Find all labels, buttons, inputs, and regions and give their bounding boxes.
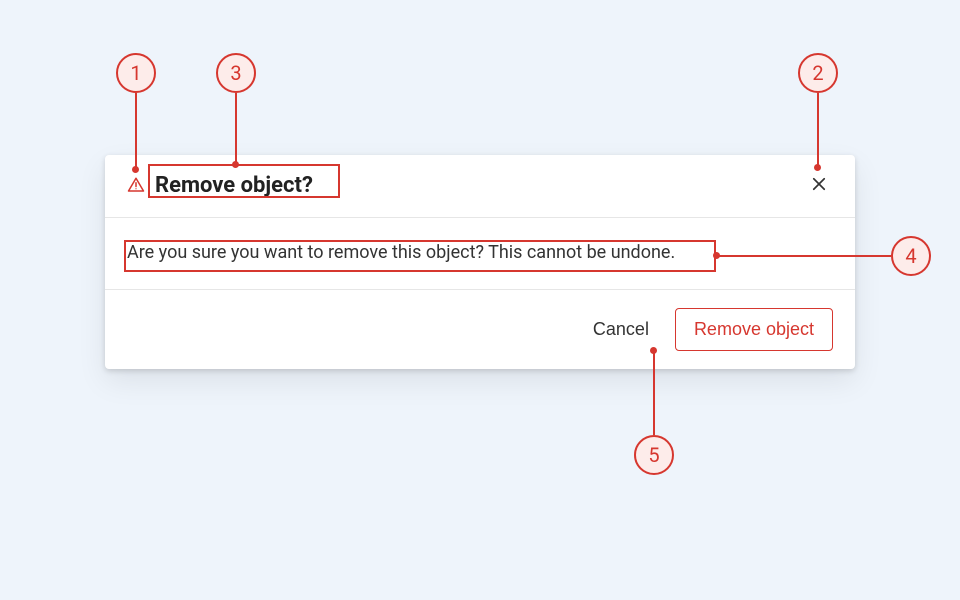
- dialog-body: Are you sure you want to remove this obj…: [105, 218, 855, 290]
- annotation-number: 2: [812, 61, 823, 85]
- cancel-button[interactable]: Cancel: [589, 311, 653, 348]
- annotation-dot-4: [713, 252, 720, 259]
- warning-icon: [127, 176, 145, 194]
- annotation-dot-2: [814, 164, 821, 171]
- annotation-leader-3: [235, 93, 237, 163]
- annotation-marker-3: 3: [216, 53, 256, 93]
- annotation-number: 5: [648, 443, 659, 467]
- dialog-body-text: Are you sure you want to remove this obj…: [127, 242, 833, 263]
- close-button[interactable]: [805, 171, 833, 199]
- annotation-leader-4: [716, 255, 891, 257]
- annotation-dot-1: [132, 166, 139, 173]
- annotation-leader-2: [817, 93, 819, 166]
- annotation-marker-2: 2: [798, 53, 838, 93]
- annotation-number: 3: [230, 61, 241, 85]
- close-icon: [810, 175, 828, 196]
- annotation-number: 4: [905, 244, 916, 268]
- annotation-leader-5: [653, 350, 655, 435]
- dialog-footer: Cancel Remove object: [105, 290, 855, 369]
- annotation-dot-5: [650, 347, 657, 354]
- annotation-number: 1: [130, 61, 141, 85]
- dialog-header: Remove object?: [105, 155, 855, 218]
- annotation-marker-4: 4: [891, 236, 931, 276]
- annotation-dot-3: [232, 161, 239, 168]
- annotation-leader-1: [135, 93, 137, 168]
- confirm-remove-button[interactable]: Remove object: [675, 308, 833, 351]
- confirm-dialog: Remove object? Are you sure you want to …: [105, 155, 855, 369]
- annotation-marker-5: 5: [634, 435, 674, 475]
- dialog-title: Remove object?: [155, 173, 805, 198]
- annotation-marker-1: 1: [116, 53, 156, 93]
